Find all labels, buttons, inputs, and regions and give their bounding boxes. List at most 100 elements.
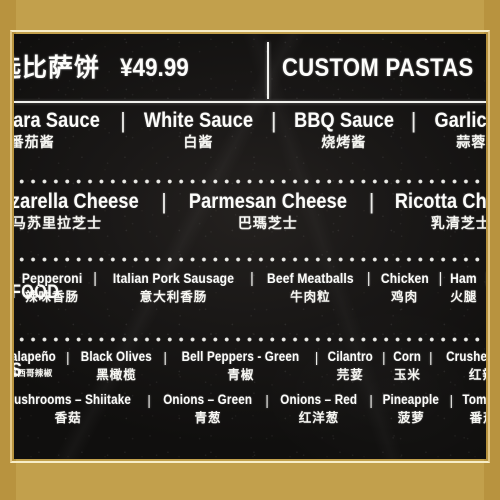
menu-item-label-cn: 巴瑪芝士 (237, 216, 298, 232)
row-cheeses: Mozzarella Cheese 马苏里拉芝士 | Parmesan Cheese 巴… (14, 191, 486, 232)
menu-item[interactable]: White Sauce 白酱 (135, 110, 262, 151)
item-separator: | (120, 108, 126, 133)
item-separator: | (366, 270, 371, 287)
menu-item-label-en: Ricotta Cheese (394, 190, 486, 213)
item-separator: | (147, 392, 151, 408)
menu-item[interactable]: Onions – Green 青葱 (156, 392, 259, 425)
header-horizontal-rule (14, 101, 486, 103)
header-left-title-cn: 选比萨饼 (14, 53, 101, 82)
divider-dotted-3 (14, 337, 486, 342)
menu-item[interactable]: BBQ Sauce 烧烤酱 (286, 110, 402, 151)
item-separator: | (485, 271, 486, 286)
section-meat-seafood: FOOD Pepperoni 辣味香肠 | Italian Pork Sausage 意… (14, 270, 486, 304)
item-separator: | (65, 349, 70, 365)
item-separator: | (438, 270, 443, 287)
divider-dotted-1 (14, 179, 486, 184)
menu-item-label-en: Chicken (380, 270, 429, 286)
menu-item-label-cn: 菠萝 (397, 410, 425, 425)
menu-item-label-en: Mozzarella Cheese (14, 190, 139, 213)
frame-bottom-ornament (0, 455, 500, 500)
menu-item-label-en: Black Olives (80, 349, 153, 364)
menu-item[interactable]: Parmesan Cheese 巴瑪芝士 (176, 191, 360, 232)
menu-item[interactable]: Ricotta Cheese 乳清芝士 (384, 191, 486, 232)
frame-top-ornament (0, 0, 500, 38)
menu-item-label-en: Onions – Red (280, 392, 358, 407)
menu-item-label-cn: 牛肉粒 (290, 289, 331, 304)
menu-item-label-en: Marinara Sauce (14, 109, 101, 132)
menu-item[interactable]: Marinara Sauce 番茄酱 (14, 110, 111, 151)
menu-item[interactable]: Tomato 番茄 (459, 392, 486, 425)
section-cheeses: Mozzarella Cheese 马苏里拉芝士 | Parmesan Cheese 巴… (14, 191, 486, 232)
menu-item[interactable]: Crushed Red Pep 红辣椒粉 (438, 349, 486, 382)
menu-item[interactable]: Italian Pork Sausage 意大利香肠 (103, 271, 244, 304)
row-meat-seafood: Pepperoni 辣味香肠 | Italian Pork Sausage 意大利香肠 |… (14, 270, 486, 304)
menu-item-label-cn: 番茄酱 (14, 135, 55, 151)
item-separator: | (368, 189, 375, 214)
menu-item-label-en: Bell Peppers - Green (182, 349, 300, 364)
menu-item-label-en: Tomato (462, 392, 486, 407)
menu-item[interactable]: Cilantro 芫荽 (324, 349, 377, 382)
item-separator: | (449, 392, 454, 408)
section-veggies: S Jalapeño墨西哥辣椒|Black Olives黑橄榄|Bell Pep… (14, 349, 486, 425)
menu-item-label-en: Corn (393, 349, 422, 364)
menu-item-label-cn: 马苏里拉芝士 (14, 216, 103, 232)
section-sauces: Marinara Sauce 番茄酱 | White Sauce 白酱 | BBQ Sauc… (14, 110, 486, 151)
menu-header: 选比萨饼 ¥49.99 CUSTOM PASTAS 自 (14, 34, 486, 102)
menu-item-label-cn: 青葱 (194, 410, 222, 425)
chalkboard-surface: 选比萨饼 ¥49.99 CUSTOM PASTAS 自 Marinara Sau… (14, 34, 486, 459)
menu-item[interactable]: Black Olives 黑橄榄 (75, 349, 158, 382)
menu-item-label-cn: 火腿 (450, 289, 478, 304)
menu-item-label-en: Mushrooms – Shiitake (14, 392, 132, 407)
menu-item-label-en: Jalapeño (14, 349, 57, 364)
menu-item-label-en: Onions – Green (163, 392, 253, 407)
menu-item-label-cn: 芫荽 (336, 367, 364, 382)
header-left-price: ¥49.99 (120, 54, 189, 82)
frame-right-ornament (484, 0, 500, 500)
menu-board: 选比萨饼 ¥49.99 CUSTOM PASTAS 自 Marinara Sau… (0, 0, 500, 500)
menu-item-label-cn: 红辣椒粉 (468, 367, 486, 382)
menu-item[interactable]: Garlic Butte 蒜蓉牛油 (426, 110, 486, 151)
menu-item-label-en: Pepperoni (21, 270, 83, 286)
menu-item[interactable]: Beef Meatballs 牛肉粒 (260, 271, 361, 304)
menu-item[interactable]: Mushrooms – Shiitake 香菇 (14, 392, 142, 425)
item-separator: | (428, 349, 433, 365)
menu-item[interactable]: Onions – Red 红洋葱 (274, 392, 363, 425)
menu-item-label-en: BBQ Sauce (293, 109, 394, 132)
divider-dotted-2 (14, 257, 486, 262)
menu-item[interactable]: Ham 火腿 (448, 271, 479, 304)
item-separator: | (410, 108, 417, 133)
item-separator: | (270, 108, 277, 133)
menu-item-label-en: Crushed Red Pep (446, 349, 486, 364)
menu-item-label-en: Pineapple (382, 392, 440, 407)
item-separator: | (314, 349, 319, 365)
menu-item-label-cn: 红洋葱 (298, 410, 340, 425)
menu-item-label-cn: 黑橄榄 (96, 367, 137, 382)
menu-item-label-cn: 烧烤酱 (321, 135, 367, 151)
menu-item-label-en: Parmesan Cheese (188, 190, 347, 213)
row-veggies-1: Jalapeño墨西哥辣椒|Black Olives黑橄榄|Bell Peppe… (14, 349, 486, 382)
header-left-title: 选比萨饼 ¥49.99 (14, 48, 196, 84)
menu-item-label-cn: 香菇 (54, 410, 82, 425)
item-separator: | (93, 270, 98, 287)
menu-item[interactable]: Corn 玉米 (391, 349, 423, 382)
item-separator: | (161, 189, 167, 214)
menu-item-label-cn: 白酱 (183, 135, 214, 151)
menu-item[interactable]: Bell Peppers - Green 青椒 (172, 349, 309, 382)
menu-item[interactable]: Chicken 鸡肉 (377, 270, 433, 304)
item-separator: | (382, 349, 386, 365)
row-veggies-2: Mushrooms – Shiitake 香菇 | Onions – Green 青葱 |… (14, 392, 486, 425)
menu-item-label-cn: 番茄 (469, 410, 486, 425)
item-separator: | (250, 270, 254, 287)
menu-item[interactable]: Mozzarella Cheese 马苏里拉芝士 (14, 191, 152, 232)
menu-item-label-en: Cilantro (327, 349, 373, 364)
menu-item-label-cn: 玉米 (393, 367, 421, 382)
item-separator: | (163, 349, 167, 365)
header-right-title: CUSTOM PASTAS 自 (282, 48, 486, 84)
menu-item-label-en: Garlic Butte (434, 109, 486, 132)
item-separator: | (369, 392, 373, 408)
menu-item-label-cn: 乳清芝士 (430, 216, 486, 232)
menu-item-label-cn: 意大利香肠 (139, 289, 208, 304)
row-sauces: Marinara Sauce 番茄酱 | White Sauce 白酱 | BBQ Sauc… (14, 110, 486, 151)
menu-item[interactable]: Pineapple 菠萝 (378, 392, 444, 425)
menu-item-label-en: White Sauce (143, 109, 253, 132)
